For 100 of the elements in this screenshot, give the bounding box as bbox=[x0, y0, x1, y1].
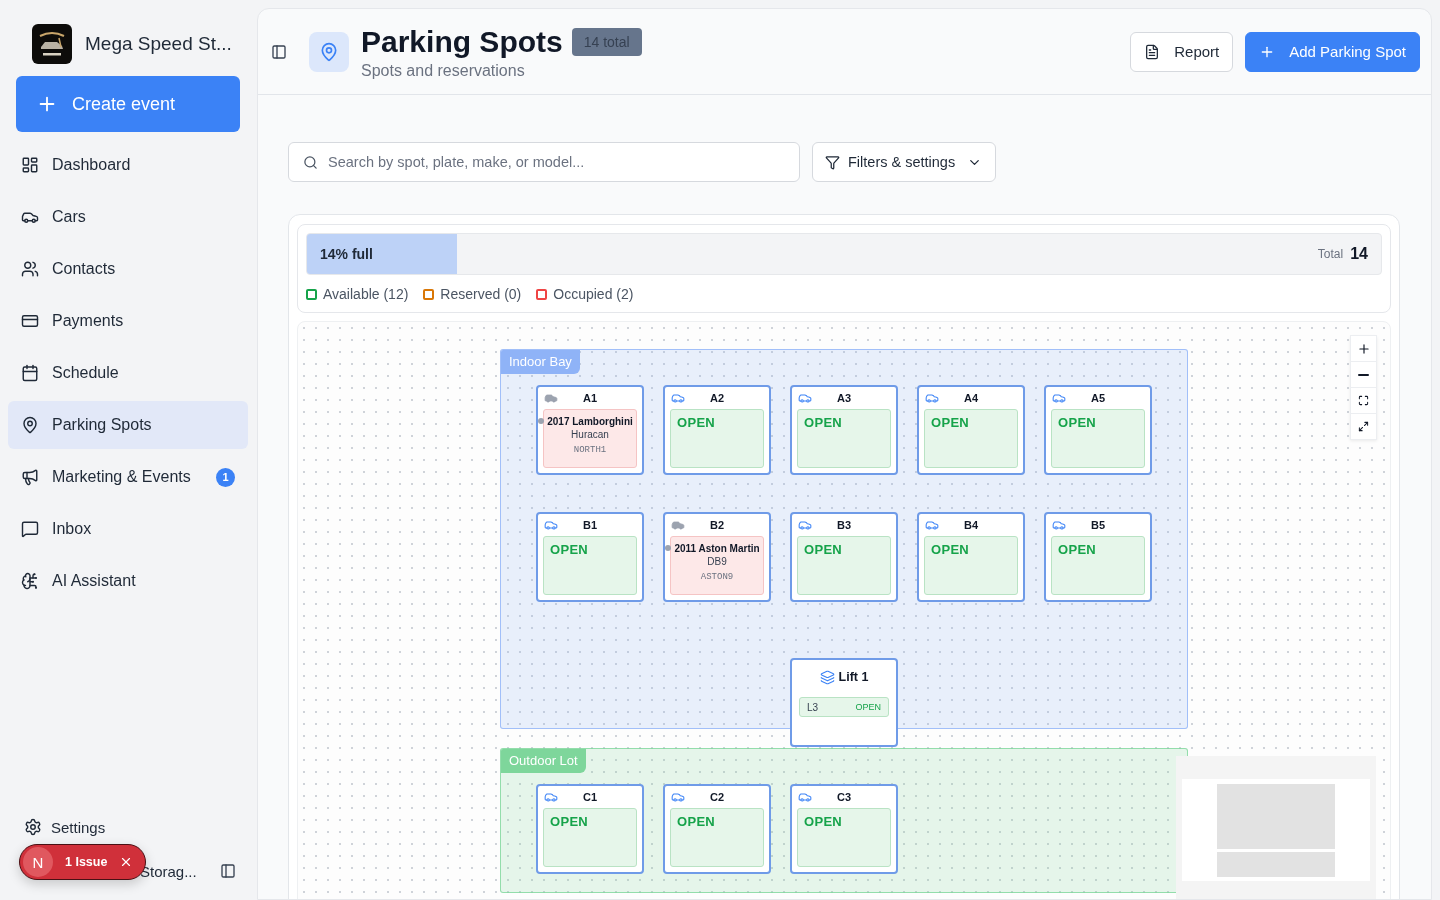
fit-view-button[interactable] bbox=[1350, 387, 1377, 414]
spot-label: B4 bbox=[963, 519, 979, 531]
panel-toggle-icon[interactable] bbox=[271, 43, 287, 60]
legend-label: Available (12) bbox=[323, 286, 409, 302]
calendar-icon bbox=[21, 364, 39, 382]
total-label: Total bbox=[1317, 247, 1344, 261]
parking-spot[interactable]: A5 OPEN bbox=[1044, 385, 1152, 475]
funnel-icon bbox=[825, 154, 840, 170]
spot-label: A4 bbox=[963, 392, 979, 404]
minus-icon bbox=[1358, 373, 1369, 376]
spot-label: B5 bbox=[1090, 519, 1106, 531]
occupancy-label: 14% full bbox=[320, 246, 373, 262]
parking-spot[interactable]: B2 2011 Aston Martin DB9 ASTON9 bbox=[663, 512, 771, 602]
parking-spot[interactable]: C2 OPEN bbox=[663, 784, 771, 874]
open-status: OPEN bbox=[797, 808, 891, 867]
open-status: OPEN bbox=[1051, 536, 1145, 595]
brand-logo bbox=[32, 24, 72, 64]
document-icon bbox=[1144, 43, 1161, 60]
filters-button[interactable]: Filters & settings bbox=[812, 142, 996, 182]
spot-label: B2 bbox=[709, 519, 725, 531]
layers-icon bbox=[819, 669, 835, 685]
handle-dot-icon bbox=[538, 418, 544, 424]
vehicle-name: 2011 Aston Martin bbox=[674, 542, 760, 555]
open-status: OPEN bbox=[797, 409, 891, 468]
open-status: OPEN bbox=[924, 409, 1018, 468]
zoom-in-button[interactable] bbox=[1350, 335, 1377, 362]
nav-item[interactable]: Dashboard bbox=[8, 141, 248, 189]
count-badge: 1 bbox=[216, 467, 235, 487]
zone-label: Indoor Bay bbox=[501, 350, 580, 374]
vehicle-model: DB9 bbox=[707, 555, 727, 569]
parking-spot[interactable]: A1 2017 Lamborghini Huracan NORTH1 bbox=[536, 385, 644, 475]
lift-node[interactable]: Lift 1 L3 OPEN bbox=[790, 658, 898, 747]
parking-spot[interactable]: A4 OPEN bbox=[917, 385, 1025, 475]
nav-item[interactable]: Inbox bbox=[8, 505, 248, 553]
slot-status: OPEN bbox=[855, 702, 881, 712]
nav-item[interactable]: Payments bbox=[8, 297, 248, 345]
spot-label: A5 bbox=[1090, 392, 1106, 404]
spot-label: A2 bbox=[709, 392, 725, 404]
page-title: Parking Spots bbox=[361, 23, 563, 60]
zoom-out-button[interactable] bbox=[1350, 361, 1377, 388]
parking-spot[interactable]: A2 OPEN bbox=[663, 385, 771, 475]
page-subtitle: Spots and reservations bbox=[361, 61, 526, 80]
parking-spot[interactable]: C1 OPEN bbox=[536, 784, 644, 874]
legend-label: Occupied (2) bbox=[553, 286, 634, 302]
legend-label: Reserved (0) bbox=[440, 286, 522, 302]
dashboard-icon bbox=[21, 156, 39, 174]
search-icon bbox=[303, 154, 318, 170]
add-spot-button[interactable]: Add Parking Spot bbox=[1245, 31, 1420, 72]
settings-icon bbox=[24, 818, 42, 836]
open-status: OPEN bbox=[543, 536, 637, 595]
brain-icon bbox=[21, 572, 39, 590]
open-status: OPEN bbox=[543, 808, 637, 867]
brand-name: Mega Speed St... bbox=[85, 33, 232, 55]
spot-label: B1 bbox=[582, 519, 598, 531]
avatar-initial: N bbox=[23, 847, 53, 877]
total-count-badge: 14 total bbox=[571, 27, 642, 56]
vehicle-name: 2017 Lamborghini bbox=[547, 415, 633, 428]
map-pin-icon bbox=[309, 31, 349, 72]
total-count: 14 bbox=[1350, 245, 1368, 263]
plus-icon bbox=[1356, 341, 1371, 356]
parking-spot[interactable]: B3 OPEN bbox=[790, 512, 898, 602]
expand-icon bbox=[1358, 421, 1369, 432]
megaphone-icon bbox=[21, 468, 39, 486]
spot-label: A3 bbox=[836, 392, 852, 404]
zone-label: Outdoor Lot bbox=[501, 749, 586, 773]
spot-label: A1 bbox=[582, 392, 598, 404]
parking-spot[interactable]: A3 OPEN bbox=[790, 385, 898, 475]
plate-number: NORTH1 bbox=[573, 444, 607, 457]
parking-spot[interactable]: B5 OPEN bbox=[1044, 512, 1152, 602]
plate-number: ASTON9 bbox=[700, 571, 734, 584]
open-status: OPEN bbox=[797, 536, 891, 595]
fullscreen-button[interactable] bbox=[1350, 413, 1377, 440]
spot-label: B3 bbox=[836, 519, 852, 531]
spot-label: C3 bbox=[836, 791, 852, 803]
open-status: OPEN bbox=[670, 409, 764, 468]
nav-item[interactable]: Marketing & Events 1 bbox=[8, 453, 248, 501]
handle-dot-icon bbox=[665, 545, 671, 551]
nav-item[interactable]: Schedule bbox=[8, 349, 248, 397]
nav-item[interactable]: Contacts bbox=[8, 245, 248, 293]
report-button[interactable]: Report bbox=[1130, 31, 1234, 72]
chat-bubble-icon bbox=[21, 520, 39, 538]
spot-label: C1 bbox=[582, 791, 598, 803]
users-icon bbox=[21, 260, 39, 278]
panel-toggle-icon[interactable] bbox=[220, 863, 236, 879]
slot-label: L3 bbox=[807, 701, 819, 713]
spot-label: C2 bbox=[709, 791, 725, 803]
credit-card-icon bbox=[21, 312, 39, 330]
open-status: OPEN bbox=[1051, 409, 1145, 468]
nav-item[interactable]: AI Assistant bbox=[8, 557, 248, 605]
map-pin-icon bbox=[21, 416, 39, 434]
parking-spot[interactable]: C3 OPEN bbox=[790, 784, 898, 874]
nav-item[interactable]: Cars bbox=[8, 193, 248, 241]
vehicle-model: Huracan bbox=[571, 428, 609, 442]
settings-link[interactable]: Settings bbox=[8, 812, 106, 842]
open-status: OPEN bbox=[670, 808, 764, 867]
open-status: OPEN bbox=[924, 536, 1018, 595]
nav-item[interactable]: Parking Spots bbox=[8, 401, 248, 449]
parking-spot[interactable]: B1 OPEN bbox=[536, 512, 644, 602]
create-event-button[interactable]: Create event bbox=[16, 76, 240, 132]
parking-spot[interactable]: B4 OPEN bbox=[917, 512, 1025, 602]
